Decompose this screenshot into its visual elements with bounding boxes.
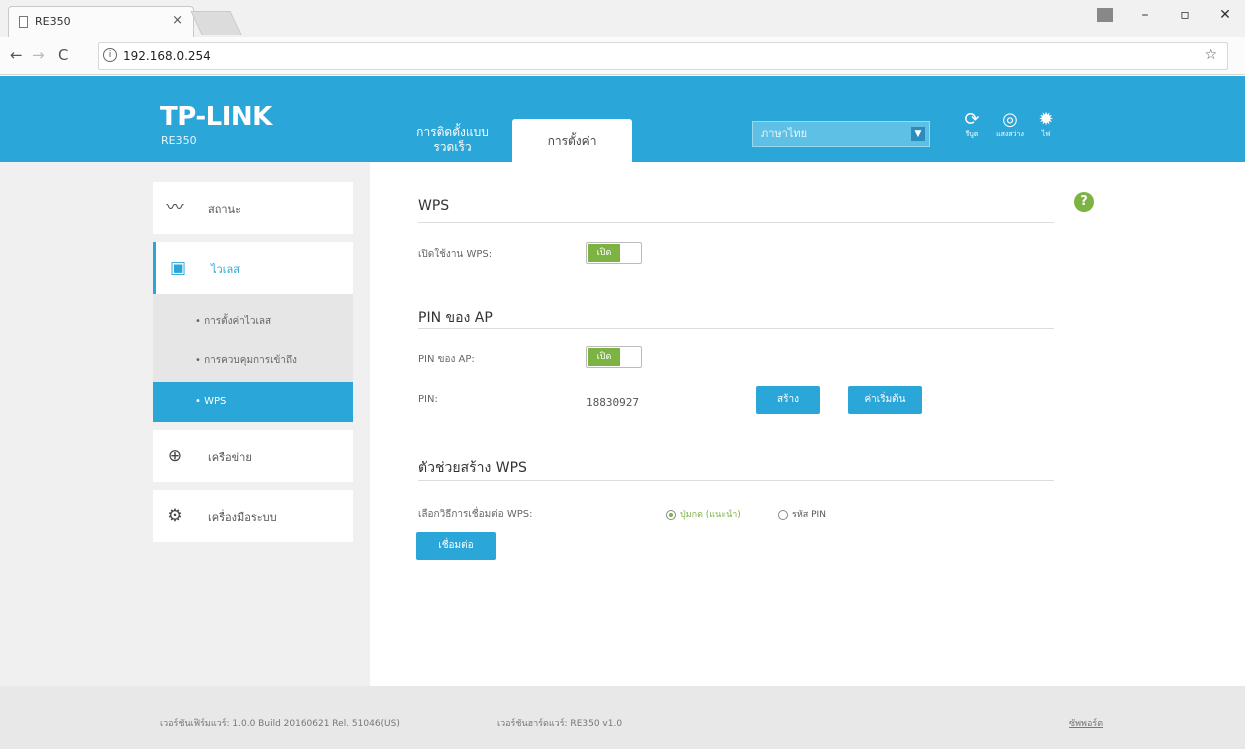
reload-icon[interactable]: C [58, 46, 68, 64]
led-label: แสงสว่าง [996, 130, 1024, 138]
tab-settings[interactable]: การตั้งค่า [512, 119, 632, 162]
wps-section-title: WPS [418, 198, 450, 214]
minimize-button[interactable]: – [1125, 0, 1165, 30]
browser-tab[interactable]: RE350 × [8, 6, 194, 37]
browser-tabbar: RE350 × – ▫ ✕ [0, 0, 1245, 37]
new-tab-button[interactable] [190, 11, 242, 35]
window-controls: – ▫ ✕ [1085, 0, 1245, 30]
forward-arrow-icon[interactable]: → [32, 46, 45, 64]
light-button[interactable]: ✹ ไฟ [1029, 109, 1063, 139]
radio-dot-icon [778, 509, 788, 520]
wizard-section-title: ตัวช่วยสร้าง WPS [418, 460, 527, 476]
model-name: RE350 [161, 134, 197, 147]
sidebar-subitem-wps[interactable]: • WPS [153, 382, 353, 422]
sidebar-item-status[interactable]: 〰 สถานะ [153, 182, 353, 234]
divider [418, 222, 1054, 223]
toggle-on-label: เปิด [588, 244, 620, 262]
reboot-button[interactable]: ⟳ รีบูต [955, 109, 989, 139]
url-text[interactable]: 192.168.0.254 [123, 49, 211, 63]
page-icon [19, 16, 28, 28]
footer: เวอร์ชันเฟิร์มแวร์: 1.0.0 Build 20160621… [0, 686, 1245, 749]
divider [418, 328, 1054, 329]
sidebar-item-network[interactable]: ⊕ เครือข่าย [153, 430, 353, 482]
reboot-label: รีบูต [965, 130, 979, 138]
bookmark-star-icon[interactable]: ☆ [1204, 47, 1217, 63]
status-icon: 〰 [166, 198, 184, 218]
radio-pbc-label: ปุ่มกด (แนะนำ) [680, 510, 741, 520]
account-icon[interactable] [1097, 8, 1113, 22]
pin-value: 18830927 [586, 396, 639, 409]
gear-icon: ⚙ [167, 506, 183, 526]
back-arrow-icon[interactable]: ← [10, 46, 23, 64]
led-icon: ◎ [1002, 109, 1018, 130]
language-value: ภาษาไทย [761, 127, 808, 140]
radio-push-button[interactable]: ปุ่มกด (แนะนำ) [666, 507, 741, 521]
sidebar-subitem-access-control[interactable]: • การควบคุมการเข้าถึง [153, 341, 353, 381]
hardware-version: เวอร์ชันฮาร์ดแวร์: RE350 v1.0 [497, 719, 623, 729]
sidebar-item-label: ไวเลส [211, 263, 240, 276]
close-window-button[interactable]: ✕ [1205, 0, 1245, 30]
brand-logo: TP-LINK [160, 102, 272, 132]
tab-title: RE350 [35, 15, 71, 28]
tab-close-icon[interactable]: × [172, 13, 183, 28]
wps-enable-label: เปิดใช้งาน WPS: [418, 249, 493, 260]
default-button[interactable]: ค่าเริ่มต้น [848, 386, 922, 414]
tab-quick-setup[interactable]: การติดตั้งแบบรวดเร็ว [400, 125, 505, 155]
connect-button[interactable]: เชื่อมต่อ [416, 532, 496, 560]
pin-field-label: PIN: [418, 394, 438, 405]
help-icon[interactable]: ? [1074, 192, 1094, 212]
wps-toggle[interactable]: เปิด [586, 242, 642, 264]
url-input[interactable]: i 192.168.0.254 ☆ [98, 42, 1228, 70]
led-light-icon: ✹ [1038, 109, 1054, 130]
support-link[interactable]: ซัพพอร์ต [1069, 716, 1103, 730]
generate-button[interactable]: สร้าง [756, 386, 820, 414]
sidebar [0, 162, 370, 686]
main-content: WPS เปิดใช้งาน WPS: เปิด PIN ของ AP PIN … [370, 162, 1245, 686]
sidebar-item-label: สถานะ [208, 203, 241, 216]
router-header: TP-LINK RE350 การติดตั้งแบบรวดเร็ว การตั… [0, 76, 1245, 162]
sidebar-subitem-wireless-settings[interactable]: • การตั้งค่าไวเลส [153, 302, 353, 342]
sidebar-item-label: เครื่องมือระบบ [208, 511, 277, 524]
radio-pin-label: รหัส PIN [792, 510, 826, 520]
sidebar-item-label: เครือข่าย [208, 451, 252, 464]
radio-pin[interactable]: รหัส PIN [778, 507, 826, 521]
reboot-icon: ⟳ [964, 109, 980, 130]
ap-pin-label: PIN ของ AP: [418, 354, 475, 365]
language-select[interactable]: ภาษาไทย ▼ [752, 121, 930, 147]
radio-dot-icon [666, 509, 676, 520]
info-icon[interactable]: i [103, 48, 117, 62]
maximize-button[interactable]: ▫ [1165, 0, 1205, 30]
wireless-submenu: • การตั้งค่าไวเลส • การควบคุมการเข้าถึง … [153, 294, 353, 422]
ap-pin-toggle[interactable]: เปิด [586, 346, 642, 368]
firmware-version: เวอร์ชันเฟิร์มแวร์: 1.0.0 Build 20160621… [160, 719, 400, 729]
sidebar-item-wireless[interactable]: ▣ ไวเลส [153, 242, 353, 294]
toggle-on-label: เปิด [588, 348, 620, 366]
address-bar: ← → C i 192.168.0.254 ☆ [0, 37, 1245, 75]
light-label: ไฟ [1041, 130, 1051, 138]
method-label: เลือกวิธีการเชื่อมต่อ WPS: [418, 509, 533, 520]
wireless-icon: ▣ [169, 258, 187, 278]
globe-icon: ⊕ [167, 446, 183, 466]
led-button[interactable]: ◎ แสงสว่าง [993, 109, 1027, 139]
sidebar-item-system-tools[interactable]: ⚙ เครื่องมือระบบ [153, 490, 353, 542]
divider [418, 480, 1054, 481]
chevron-down-icon: ▼ [911, 127, 925, 141]
pin-section-title: PIN ของ AP [418, 310, 493, 326]
